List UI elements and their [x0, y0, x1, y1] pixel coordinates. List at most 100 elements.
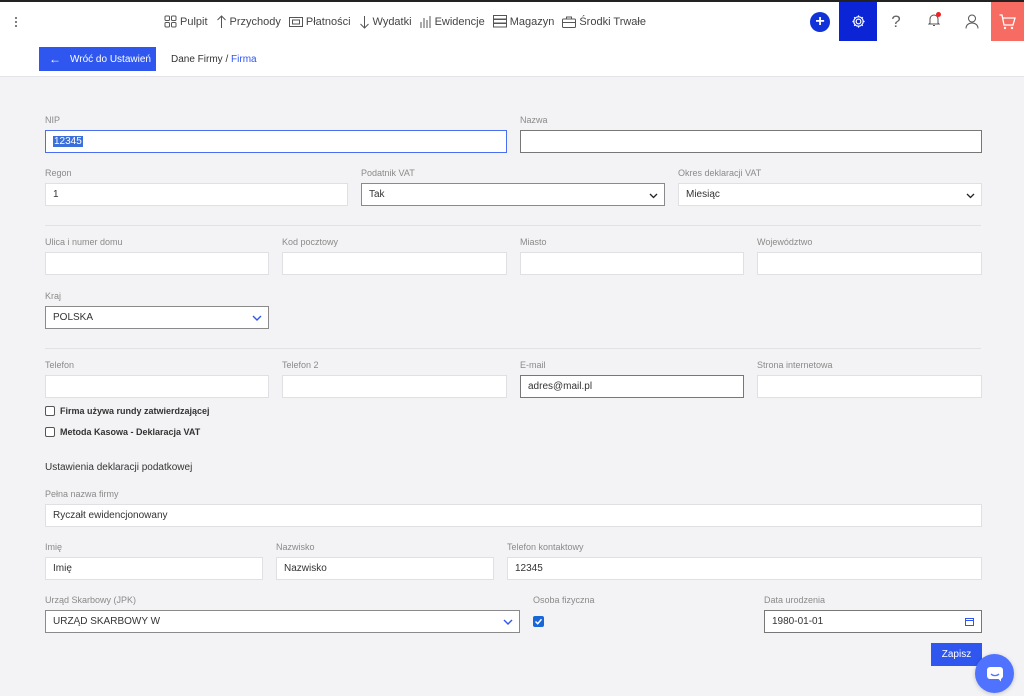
kasowa-checkbox-row[interactable]: Metoda Kasowa - Deklaracja VAT [45, 427, 200, 437]
miasto-label: Miasto [520, 237, 547, 247]
imie-input[interactable]: Imię [45, 557, 263, 580]
breadcrumb-current: Firma [231, 54, 257, 65]
help-button[interactable]: ? [877, 2, 915, 41]
telefon2-label: Telefon 2 [282, 360, 319, 370]
add-button[interactable]: + [801, 2, 839, 41]
kasowa-checkbox[interactable] [45, 427, 55, 437]
kod-pocztowy-label: Kod pocztowy [282, 237, 339, 247]
cart-icon [999, 13, 1016, 29]
email-label: E-mail [520, 360, 546, 370]
nav-item-label: Pulpit [180, 15, 208, 28]
bell-icon [927, 12, 941, 30]
nav-item-wydatki[interactable]: Wydatki [359, 15, 412, 29]
data-urodzenia-input[interactable]: 1980-01-01 [764, 610, 982, 633]
breadcrumb-separator: / [225, 54, 229, 65]
chevron-down-icon [649, 193, 658, 199]
user-button[interactable] [953, 2, 991, 41]
gear-icon [851, 15, 865, 28]
rundy-checkbox-label: Firma używa rundy zatwierdzającej [60, 406, 210, 416]
osoba-fizyczna-label: Osoba fizyczna [533, 595, 595, 605]
pelna-nazwa-label: Pełna nazwa firmy [45, 489, 119, 499]
kasowa-checkbox-label: Metoda Kasowa - Deklaracja VAT [60, 427, 201, 437]
kebab-menu-icon[interactable] [10, 13, 22, 31]
nav-item-srodki-trwale[interactable]: Środki Trwałe [562, 16, 646, 28]
nav-item-label: Płatności [305, 15, 351, 28]
www-label: Strona internetowa [757, 360, 833, 370]
rundy-checkbox-row[interactable]: Firma używa rundy zatwierdzającej [45, 406, 210, 416]
user-icon [965, 14, 979, 29]
urzad-value: URZĄD SKARBOWY W [53, 616, 161, 627]
chevron-down-icon [252, 315, 262, 321]
telefon-input[interactable] [45, 375, 269, 398]
help-icon: ? [891, 11, 901, 31]
nav-item-ewidencje[interactable]: Ewidencje [420, 15, 485, 28]
data-urodzenia-value: 1980-01-01 [772, 616, 824, 627]
nazwisko-input[interactable]: Nazwisko [276, 557, 494, 580]
rundy-checkbox[interactable] [45, 406, 55, 416]
email-input[interactable]: adres@mail.pl [520, 375, 744, 398]
notifications-button[interactable] [915, 2, 953, 41]
calendar-icon[interactable] [965, 617, 974, 626]
okres-vat-select[interactable]: Miesiąc [678, 183, 982, 206]
telefon-kontaktowy-input[interactable]: 12345 [507, 557, 982, 580]
nav-item-platnosci[interactable]: Płatności [288, 15, 351, 28]
urzad-select[interactable]: URZĄD SKARBOWY W [45, 610, 520, 633]
chevron-down-icon [966, 193, 975, 199]
nav-item-label: Przychody [229, 15, 281, 28]
chat-icon [986, 666, 1003, 681]
www-input[interactable] [757, 375, 982, 398]
bar-chart-icon [420, 16, 431, 28]
nav-item-magazyn[interactable]: Magazyn [492, 15, 554, 28]
warehouse-icon [492, 15, 507, 28]
regon-input[interactable]: 1 [45, 183, 348, 206]
nazwa-input[interactable] [520, 130, 982, 153]
miasto-input[interactable] [520, 252, 744, 275]
cash-icon [288, 16, 303, 27]
chevron-down-icon [503, 619, 513, 625]
regon-label: Regon [45, 168, 72, 178]
kraj-label: Kraj [45, 291, 62, 301]
nip-input[interactable]: 12345 [45, 130, 507, 153]
podatnik-vat-select[interactable]: Tak [361, 183, 665, 206]
nav-item-label: Wydatki [372, 15, 412, 28]
plus-icon: + [810, 11, 830, 32]
nav-item-label: Środki Trwałe [579, 15, 646, 28]
telefon-label: Telefon [45, 360, 75, 370]
kod-pocztowy-input[interactable] [282, 252, 507, 275]
cart-button[interactable] [991, 2, 1024, 41]
notification-dot [936, 12, 941, 17]
nip-label: NIP [45, 115, 61, 125]
okres-vat-label: Okres deklaracji VAT [678, 168, 762, 178]
arrow-down-icon [359, 15, 369, 29]
ulica-input[interactable] [45, 252, 269, 275]
divider [45, 225, 981, 226]
settings-button[interactable] [839, 2, 877, 41]
nav-item-pulpit[interactable]: Pulpit [164, 15, 208, 28]
check-icon [534, 618, 543, 625]
briefcase-icon [562, 16, 577, 28]
kraj-select[interactable]: POLSKA [45, 306, 269, 329]
wojewodztwo-label: Województwo [757, 237, 813, 247]
top-navbar: Pulpit Przychody Płatności Wydatki Ewide… [0, 0, 1024, 41]
nazwisko-label: Nazwisko [276, 542, 315, 552]
pelna-nazwa-input[interactable]: Ryczałt ewidencjonowany [45, 504, 982, 527]
arrow-left-icon: ← [49, 52, 61, 66]
divider [45, 348, 981, 349]
data-urodzenia-label: Data urodzenia [764, 595, 826, 605]
telefon-kontaktowy-label: Telefon kontaktowy [507, 542, 584, 552]
osoba-fizyczna-checkbox[interactable] [533, 616, 544, 627]
chat-button[interactable] [975, 654, 1014, 693]
arrow-up-icon [216, 14, 226, 28]
telefon2-input[interactable] [282, 375, 507, 398]
back-button-label: Wróć do Ustawień [70, 53, 151, 65]
wojewodztwo-input[interactable] [757, 252, 982, 275]
kraj-value: POLSKA [53, 312, 94, 323]
section-title: Ustawienia deklaracji podatkowej [45, 462, 193, 473]
nav-item-przychody[interactable]: Przychody [216, 14, 281, 29]
dashboard-icon [164, 15, 177, 28]
back-to-settings-button[interactable]: ← Wróć do Ustawień [39, 47, 156, 71]
okres-vat-value: Miesiąc [686, 189, 720, 200]
breadcrumb-parent[interactable]: Dane Firmy [171, 54, 223, 65]
save-button[interactable]: Zapisz [931, 643, 982, 666]
main-nav: Pulpit Przychody Płatności Wydatki Ewide… [164, 2, 654, 41]
